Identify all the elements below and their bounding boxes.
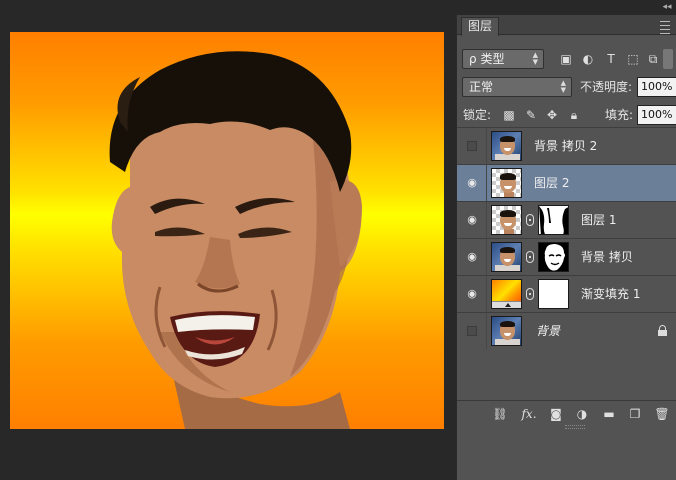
lock-position-icon[interactable]: ✥ [544,107,560,123]
layer-mask-thumbnail[interactable] [538,279,569,309]
mask-link-icon[interactable] [526,214,534,226]
eye-icon[interactable]: ◉ [464,176,480,190]
visibility-toggle-off[interactable] [467,326,477,336]
layer-row[interactable]: 背景 拷贝 2 [457,127,676,164]
layer-row[interactable]: ◉ 渐变填充 1 [457,275,676,312]
filter-type-label: 类型 [480,52,505,66]
fill-input[interactable]: 100% [637,105,676,125]
layer-row-selected[interactable]: ◉ 图层 2 [457,164,676,201]
search-icon: ρ [469,52,477,66]
fx-icon[interactable]: fx. [519,405,539,423]
layer-name[interactable]: 渐变填充 1 [581,286,640,302]
layer-name[interactable]: 背景 拷贝 [581,249,633,265]
panel-menu-icon[interactable] [658,18,672,34]
eye-icon[interactable]: ◉ [464,287,480,301]
opacity-input[interactable]: 100% [637,77,676,97]
document-canvas[interactable] [10,32,444,429]
layer-thumbnail [491,279,522,309]
lock-transparency-icon[interactable]: ▩ [501,107,517,123]
trash-icon[interactable]: 🗑︎ [652,405,672,423]
filter-toggle[interactable] [663,49,673,69]
eye-icon[interactable]: ◉ [464,250,480,264]
link-layers-icon[interactable]: ⛓ [490,405,510,423]
tab-layers[interactable]: 图层 [461,17,500,36]
fill-label: 填充: [605,108,634,122]
layers-footer-toolbar: ⛓ fx. ◙ ◑ ▬ ❐ 🗑︎ [457,400,676,436]
opacity-label: 不透明度: [580,80,633,94]
filter-type-select[interactable]: ρ 类型 ▲ ▼ [462,49,544,69]
shape-filter-icon[interactable]: ⬚ [625,51,641,67]
mask-link-icon[interactable] [526,288,534,300]
adjustment-layer-icon[interactable]: ◑ [572,405,592,423]
lock-pixels-icon[interactable]: ✎ [523,107,539,123]
resize-grip[interactable] [565,425,585,429]
select-arrows-icon: ▲ ▼ [560,79,566,94]
layer-mask-thumbnail[interactable] [538,242,569,272]
image-filter-icon[interactable]: ▣ [558,51,574,67]
mask-link-icon[interactable] [526,251,534,263]
panel-tabbar: 图层 [457,15,676,36]
layer-filter-row: ρ 类型 ▲ ▼ ▣ ◐ T ⬚ ⧉ [457,49,676,71]
layer-thumbnail [491,131,522,161]
layers-panel: ◂◂ 图层 ρ 类型 ▲ ▼ ▣ ◐ T ⬚ ⧉ 正常 ▲ ▼ 不透明度: 100%… [456,2,676,480]
layer-thumbnail [491,168,522,198]
group-folder-icon[interactable]: ▬ [599,405,619,423]
lock-row: 锁定: ▩ ✎ ✥ 🔒︎ 填充: 100% [457,105,676,127]
layer-name[interactable]: 图层 2 [534,175,569,191]
select-arrows-icon: ▲ ▼ [532,51,538,66]
eye-icon[interactable]: ◉ [464,213,480,227]
smart-object-filter-icon[interactable]: ⧉ [645,51,661,67]
layer-name[interactable]: 图层 1 [581,212,616,228]
blend-mode-select[interactable]: 正常 ▲ ▼ [462,77,572,97]
blend-row: 正常 ▲ ▼ 不透明度: 100% [457,77,676,99]
lock-icon [658,325,667,337]
adjustment-filter-icon[interactable]: ◐ [580,51,596,67]
collapse-panel-icon[interactable]: ◂◂ [660,1,674,13]
layer-mask-thumbnail[interactable] [538,205,569,235]
layer-row[interactable]: ◉ 图层 1 [457,201,676,238]
type-filter-icon[interactable]: T [603,51,619,67]
layer-thumbnail [491,205,522,235]
lock-label: 锁定: [463,108,492,122]
new-layer-icon[interactable]: ❐ [625,405,645,423]
layer-thumbnail [491,316,522,346]
layer-thumbnail [491,242,522,272]
blend-mode-label: 正常 [469,80,494,94]
add-mask-icon[interactable]: ◙ [546,405,566,423]
layer-row[interactable]: 背景 [457,312,676,349]
layer-name[interactable]: 背景 拷贝 2 [534,138,597,154]
visibility-toggle-off[interactable] [467,141,477,151]
portrait-image [109,51,362,429]
layers-list: 背景 拷贝 2 ◉ 图层 2 ◉ 图层 1 ◉ 背景 拷贝 ◉ 渐变填充 1 背… [457,127,676,349]
layer-name[interactable]: 背景 [536,323,560,339]
layer-row[interactable]: ◉ 背景 拷贝 [457,238,676,275]
lock-all-icon[interactable]: 🔒︎ [566,107,582,123]
